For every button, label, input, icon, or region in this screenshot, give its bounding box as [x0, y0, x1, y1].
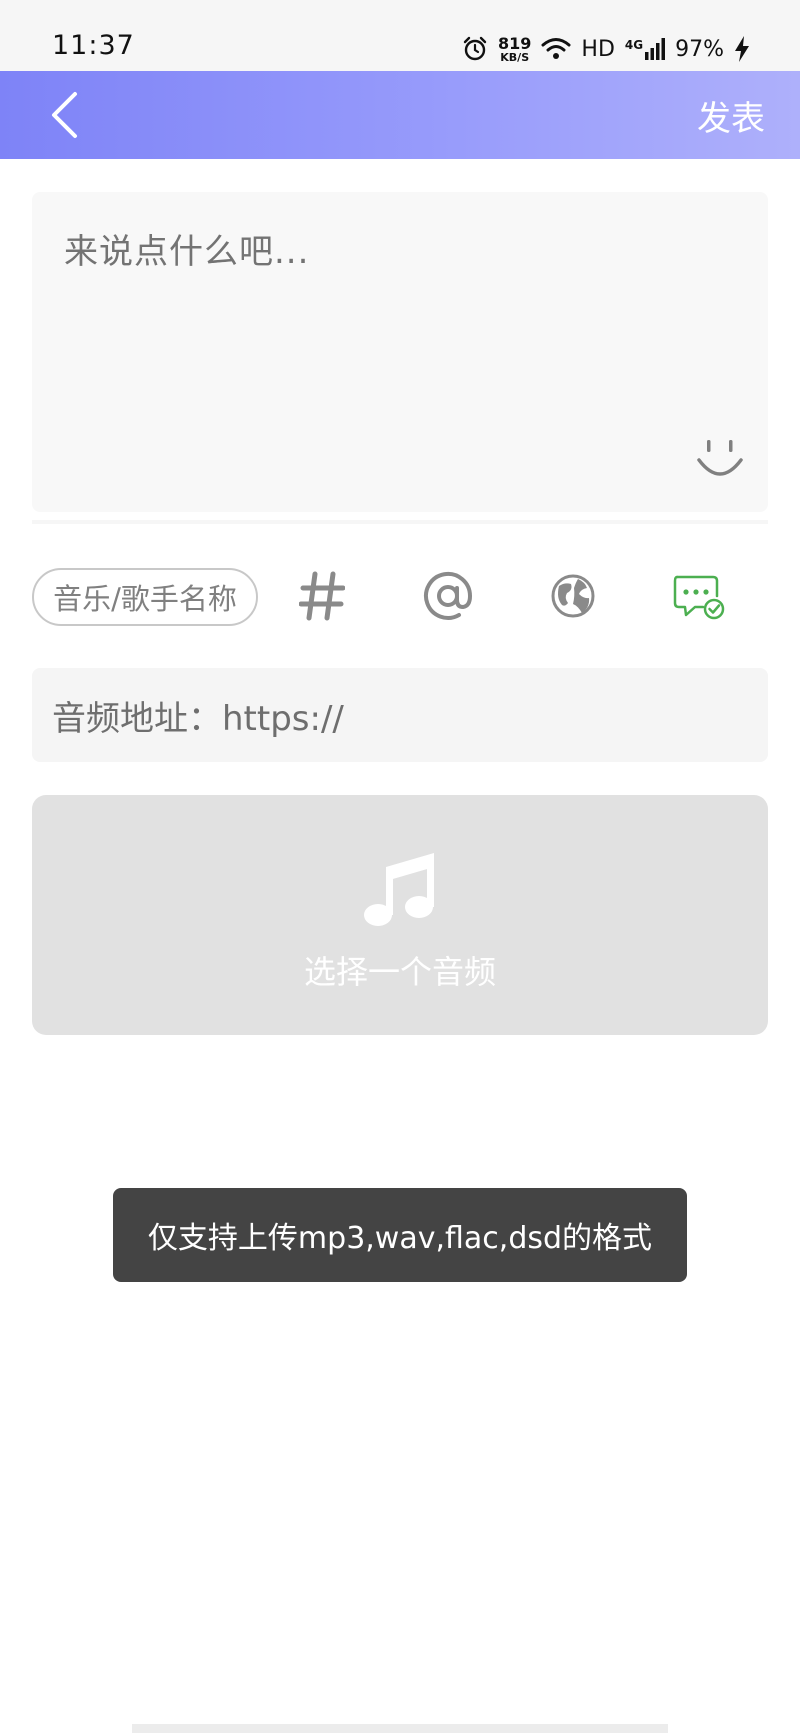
- charging-icon: [734, 36, 750, 62]
- emoji-button[interactable]: [696, 436, 744, 484]
- navigation-hint-bar: [132, 1724, 668, 1733]
- audio-url-field[interactable]: 音频地址：https://: [32, 668, 768, 762]
- audio-url-label: 音频地址：https://: [52, 698, 344, 739]
- publish-button[interactable]: 发表: [697, 91, 765, 140]
- hd-label: HD: [581, 36, 615, 62]
- app-bar: 发表: [0, 71, 800, 159]
- globe-icon: [551, 574, 595, 618]
- chat-check-icon: [673, 575, 725, 620]
- status-time: 11:37: [52, 30, 135, 61]
- mention-button[interactable]: [422, 570, 474, 626]
- compose-toolbar: 音乐/歌手名称: [32, 568, 768, 628]
- compose-divider: [32, 520, 768, 524]
- smiley-icon: [697, 440, 743, 476]
- format-toast: 仅支持上传mp3,wav,flac,dsd的格式: [113, 1188, 687, 1282]
- music-singer-chip[interactable]: 音乐/歌手名称: [32, 568, 258, 626]
- alarm-icon: [462, 36, 488, 62]
- network-type: 4G: [624, 38, 644, 52]
- network-speed-value: 819: [498, 33, 532, 53]
- chevron-left-icon: [52, 92, 77, 138]
- select-audio-button[interactable]: 选择一个音频: [32, 795, 768, 1035]
- back-button[interactable]: [38, 89, 90, 141]
- signal-icon: 4G: [624, 38, 666, 60]
- compose-textarea[interactable]: 来说点什么吧...: [32, 192, 768, 512]
- at-mention-icon: [424, 571, 473, 620]
- wifi-icon: [541, 37, 571, 61]
- music-note-icon: [364, 853, 434, 926]
- chat-permission-button[interactable]: [673, 574, 725, 624]
- status-icons: 819 KB/S HD 4G 97%: [462, 32, 750, 66]
- hashtag-button[interactable]: [298, 570, 346, 626]
- network-speed-unit: KB/S: [500, 50, 530, 64]
- compose-placeholder: 来说点什么吧...: [64, 232, 310, 272]
- toast-message: 仅支持上传mp3,wav,flac,dsd的格式: [147, 1221, 653, 1256]
- location-button[interactable]: [551, 574, 595, 622]
- network-speed: 819 KB/S: [498, 33, 532, 64]
- status-bar: 11:37 819 KB/S HD 4G 97%: [0, 0, 800, 71]
- battery-percent: 97%: [675, 36, 724, 62]
- select-audio-label: 选择一个音频: [303, 953, 496, 991]
- hashtag-icon: [298, 571, 346, 621]
